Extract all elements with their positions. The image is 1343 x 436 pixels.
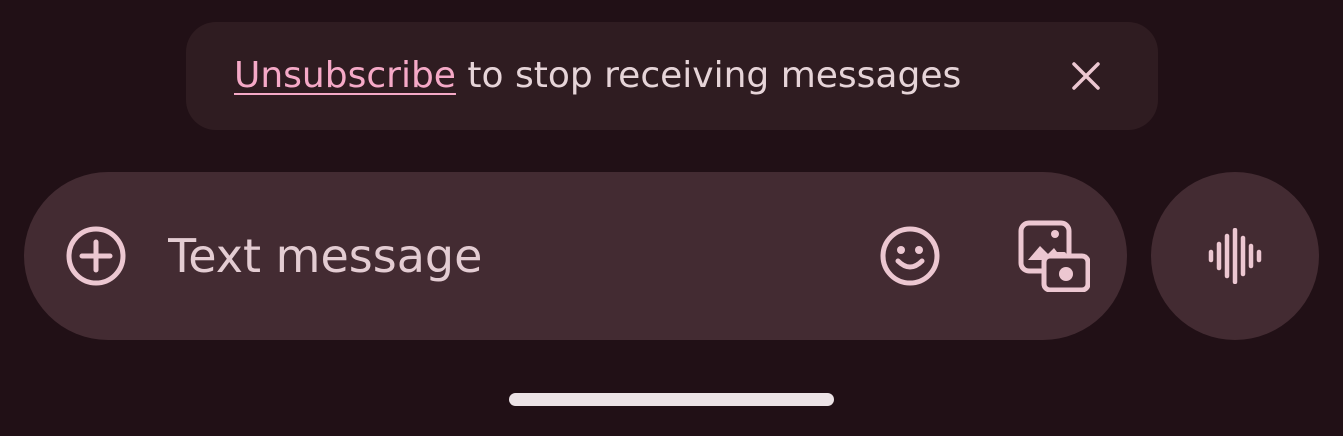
close-banner-button[interactable] [1066, 56, 1106, 96]
text-message-input[interactable] [168, 216, 848, 296]
voice-waveform-icon [1208, 228, 1262, 284]
gallery-camera-icon [1018, 220, 1091, 293]
voice-message-button[interactable] [1151, 172, 1319, 340]
unsubscribe-link[interactable]: Unsubscribe [234, 55, 456, 96]
messaging-bottom-area: Unsubscribe to stop receiving messages [0, 0, 1343, 436]
add-circle-icon [66, 226, 126, 286]
home-indicator[interactable] [509, 393, 834, 406]
unsubscribe-banner: Unsubscribe to stop receiving messages [186, 22, 1158, 130]
emoji-icon [880, 226, 940, 286]
gallery-camera-button[interactable] [1018, 220, 1091, 293]
emoji-button[interactable] [880, 226, 940, 286]
close-icon [1072, 62, 1100, 90]
banner-text: Unsubscribe to stop receiving messages [234, 22, 961, 130]
message-composer [24, 172, 1127, 340]
add-attachment-button[interactable] [66, 226, 126, 286]
banner-message: to stop receiving messages [455, 55, 962, 96]
